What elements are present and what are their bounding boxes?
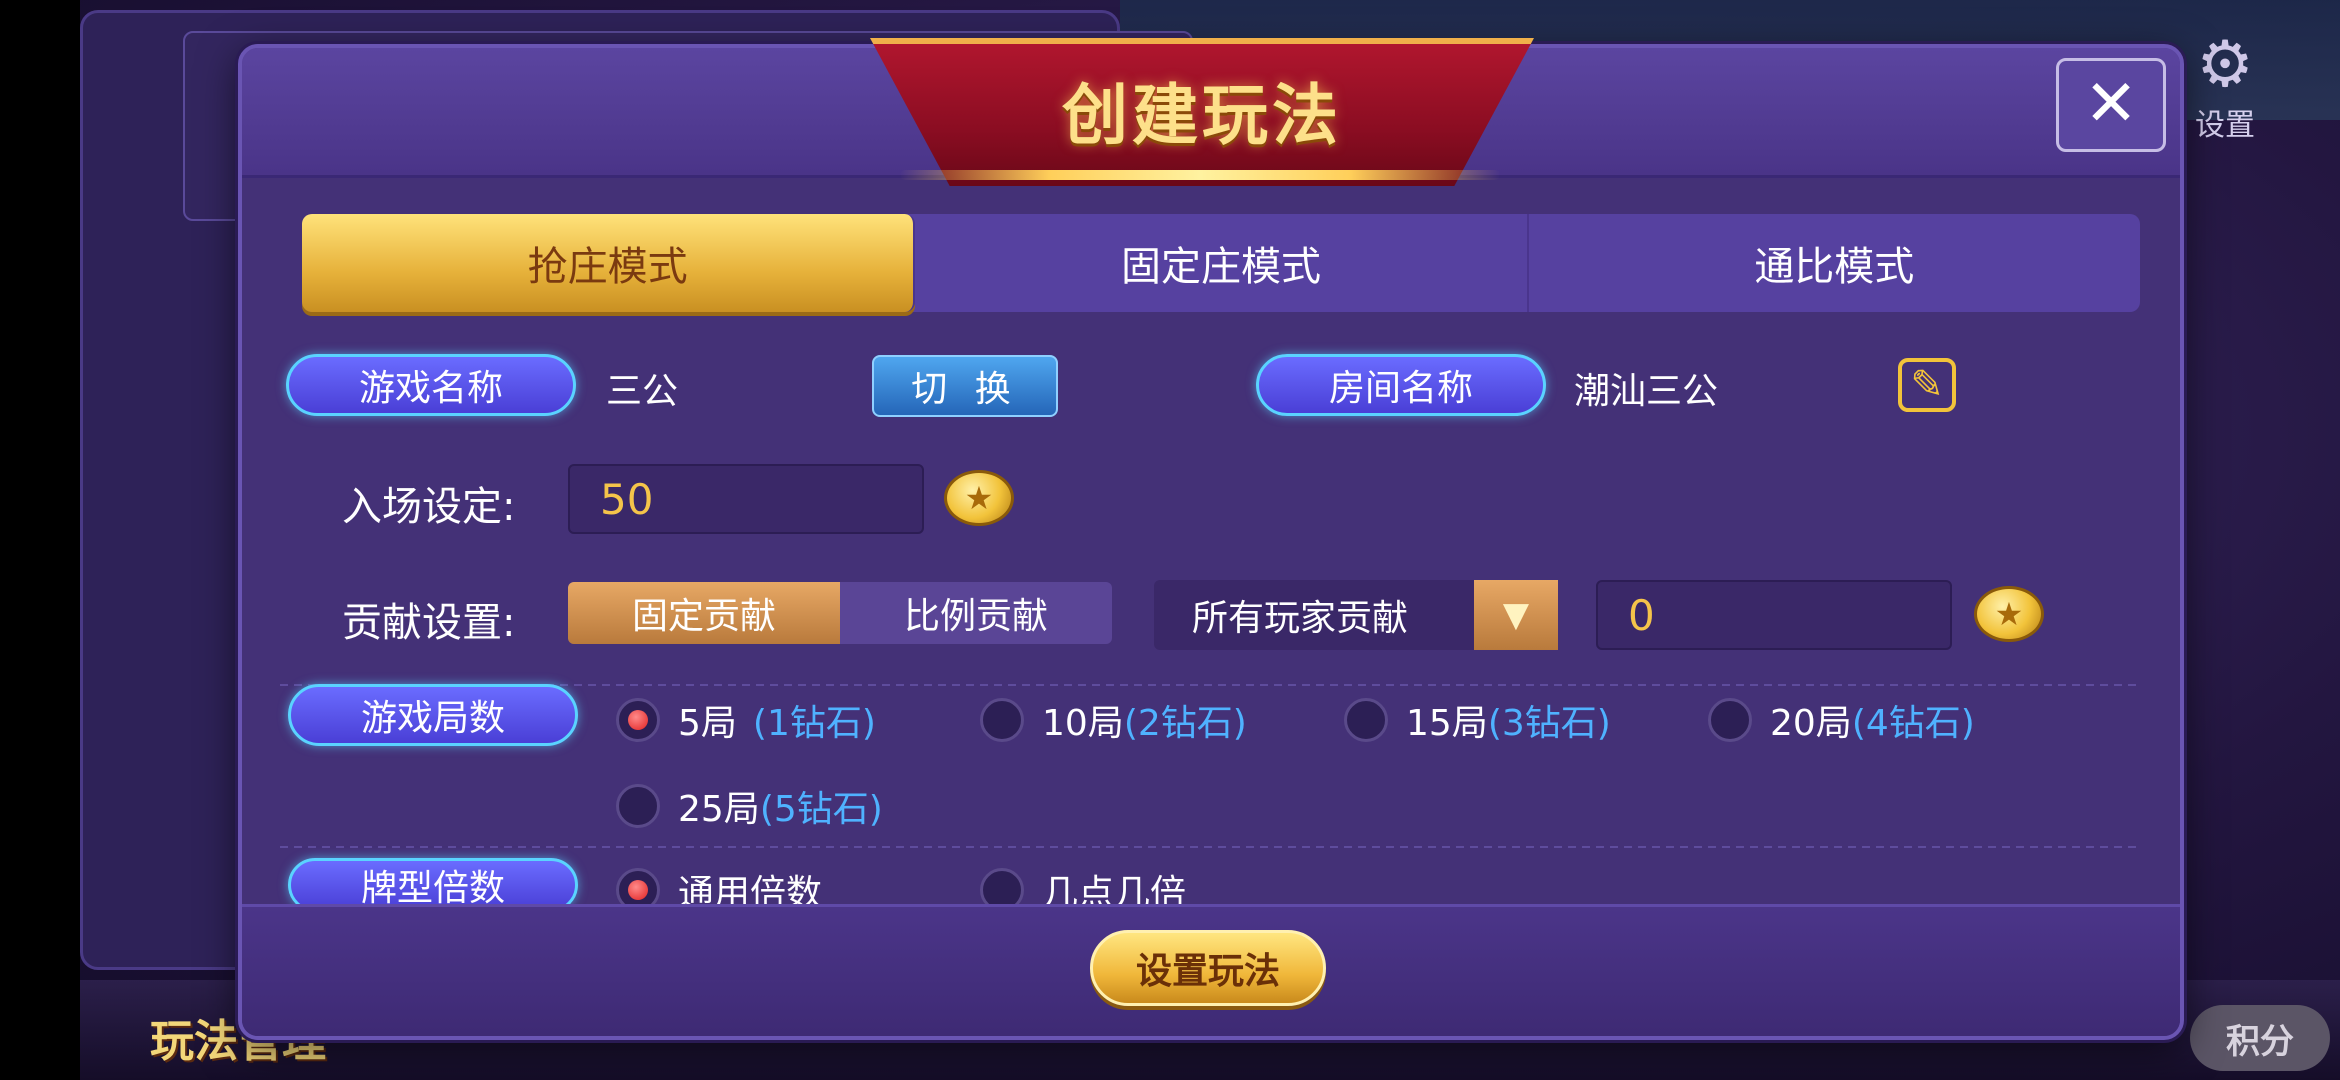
tab-fixed-banker[interactable]: 固定庄模式 — [915, 214, 1529, 312]
close-icon: ✕ — [2084, 67, 2138, 141]
radio-icon — [616, 784, 660, 828]
section-divider — [280, 846, 2140, 848]
settings-label: 设置 — [2195, 108, 2255, 143]
switch-game-button[interactable]: 切 换 — [872, 355, 1058, 417]
points-button[interactable]: 积分 — [2190, 1005, 2330, 1071]
close-button[interactable]: ✕ — [2056, 58, 2166, 152]
entry-amount-input[interactable]: 50 — [568, 464, 924, 534]
rounds-option-10[interactable]: 10局 (2钻石) — [980, 694, 1247, 746]
rounds-option-25[interactable]: 25局 (5钻石) — [616, 780, 883, 832]
edit-room-name-icon[interactable]: ✎ — [1898, 358, 1956, 412]
rounds-option-20[interactable]: 20局 (4钻石) — [1708, 694, 1975, 746]
game-name-value: 三公 — [606, 371, 679, 412]
fixed-contribution-option[interactable]: 固定贡献 — [568, 582, 840, 644]
radio-selected-icon — [616, 698, 660, 742]
gear-icon: ⚙ — [2196, 28, 2254, 102]
rounds-label: 游戏局数 — [288, 684, 578, 746]
contributor-select-value: 所有玩家贡献 — [1192, 598, 1409, 639]
settings-button[interactable]: ⚙ 设置 — [2180, 30, 2270, 144]
coin-icon: ★ — [1974, 586, 2044, 642]
game-name-label: 游戏名称 — [286, 354, 576, 416]
set-rules-button[interactable]: 设置玩法 — [1090, 930, 1326, 1006]
contributor-select[interactable]: 所有玩家贡献 ▼ — [1154, 580, 1558, 650]
contribution-amount-input[interactable]: 0 — [1596, 580, 1952, 650]
tab-compare-all[interactable]: 通比模式 — [1529, 214, 2140, 312]
tab-grab-banker[interactable]: 抢庄模式 — [302, 214, 916, 312]
title-banner-glow — [900, 170, 1500, 180]
coin-icon: ★ — [944, 470, 1014, 526]
entry-setting-label: 入场设定: — [342, 484, 516, 530]
contribution-setting-label: 贡献设置: — [342, 600, 516, 646]
dialog-title: 创建玩法 — [1062, 77, 1342, 154]
rounds-option-15[interactable]: 15局 (3钻石) — [1344, 694, 1611, 746]
room-name-value: 潮汕三公 — [1574, 371, 1719, 412]
contribution-type-toggle: 固定贡献 比例贡献 — [568, 582, 1112, 644]
mode-tabs: 抢庄模式 固定庄模式 通比模式 — [302, 214, 2140, 312]
room-name-label: 房间名称 — [1256, 354, 1546, 416]
rounds-option-5[interactable]: 5局 (1钻石) — [616, 694, 876, 746]
radio-icon — [980, 698, 1024, 742]
ratio-contribution-option[interactable]: 比例贡献 — [840, 582, 1112, 644]
radio-icon — [1344, 698, 1388, 742]
radio-icon — [1708, 698, 1752, 742]
chevron-down-icon[interactable]: ▼ — [1474, 580, 1558, 650]
